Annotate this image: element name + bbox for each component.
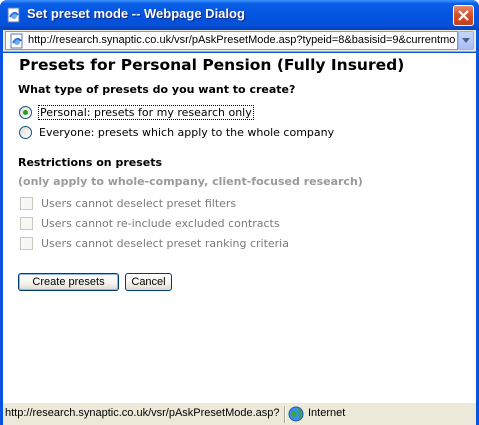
- radio-option-personal[interactable]: Personal: presets for my research only: [18, 105, 458, 121]
- radio-selected-dot: [23, 110, 28, 115]
- address-dropdown-button[interactable]: [458, 31, 474, 50]
- radio-button[interactable]: [19, 126, 32, 139]
- ie-page-icon: [10, 33, 23, 49]
- status-url: http://research.synaptic.co.uk/vsr/pAskP…: [5, 407, 280, 419]
- security-zone-label: Internet: [308, 407, 346, 419]
- restriction-excluded-checkbox-row: Users cannot re-include excluded contrac…: [18, 216, 458, 232]
- checkbox-disabled: [20, 217, 33, 230]
- close-button[interactable]: [453, 5, 474, 26]
- create-presets-button[interactable]: Create presets: [18, 273, 119, 291]
- title-bar[interactable]: Set preset mode -- Webpage Dialog: [0, 0, 479, 30]
- address-bar: http://research.synaptic.co.uk/vsr/pAskP…: [3, 30, 476, 52]
- restrictions-heading: Restrictions on presets: [18, 156, 163, 169]
- window-title: Set preset mode -- Webpage Dialog: [27, 6, 245, 21]
- checkbox-disabled: [20, 197, 33, 210]
- restriction-filters-label: Users cannot deselect preset filters: [41, 197, 237, 210]
- radio-label-everyone[interactable]: Everyone: presets which apply to the who…: [39, 126, 334, 139]
- preset-type-question: What type of presets do you want to crea…: [18, 83, 296, 96]
- radio-option-everyone[interactable]: Everyone: presets which apply to the who…: [18, 125, 458, 141]
- internet-globe-icon: [288, 406, 304, 422]
- restrictions-note: (only apply to whole-company, client-foc…: [18, 175, 363, 188]
- close-icon: [458, 10, 469, 21]
- restriction-ranking-label: Users cannot deselect preset ranking cri…: [41, 237, 289, 250]
- status-separator: [284, 406, 286, 423]
- radio-button[interactable]: [19, 106, 32, 119]
- restriction-filters-checkbox-row: Users cannot deselect preset filters: [18, 196, 458, 212]
- dialog-content: Presets for Personal Pension (Fully Insu…: [3, 53, 476, 402]
- dialog-window: Set preset mode -- Webpage Dialog http:/…: [0, 0, 479, 425]
- page-title: Presets for Personal Pension (Fully Insu…: [19, 56, 405, 74]
- address-url: http://research.synaptic.co.uk/vsr/pAskP…: [28, 34, 456, 46]
- radio-label-personal[interactable]: Personal: presets for my research only: [38, 105, 254, 120]
- restriction-ranking-checkbox-row: Users cannot deselect preset ranking cri…: [18, 236, 458, 252]
- address-field[interactable]: http://research.synaptic.co.uk/vsr/pAskP…: [5, 31, 458, 50]
- checkbox-disabled: [20, 237, 33, 250]
- status-bar: http://research.synaptic.co.uk/vsr/pAskP…: [3, 402, 476, 425]
- chevron-down-icon: [462, 38, 470, 43]
- cancel-button[interactable]: Cancel: [125, 273, 172, 291]
- restriction-excluded-label: Users cannot re-include excluded contrac…: [41, 217, 280, 230]
- ie-page-icon: [7, 7, 20, 23]
